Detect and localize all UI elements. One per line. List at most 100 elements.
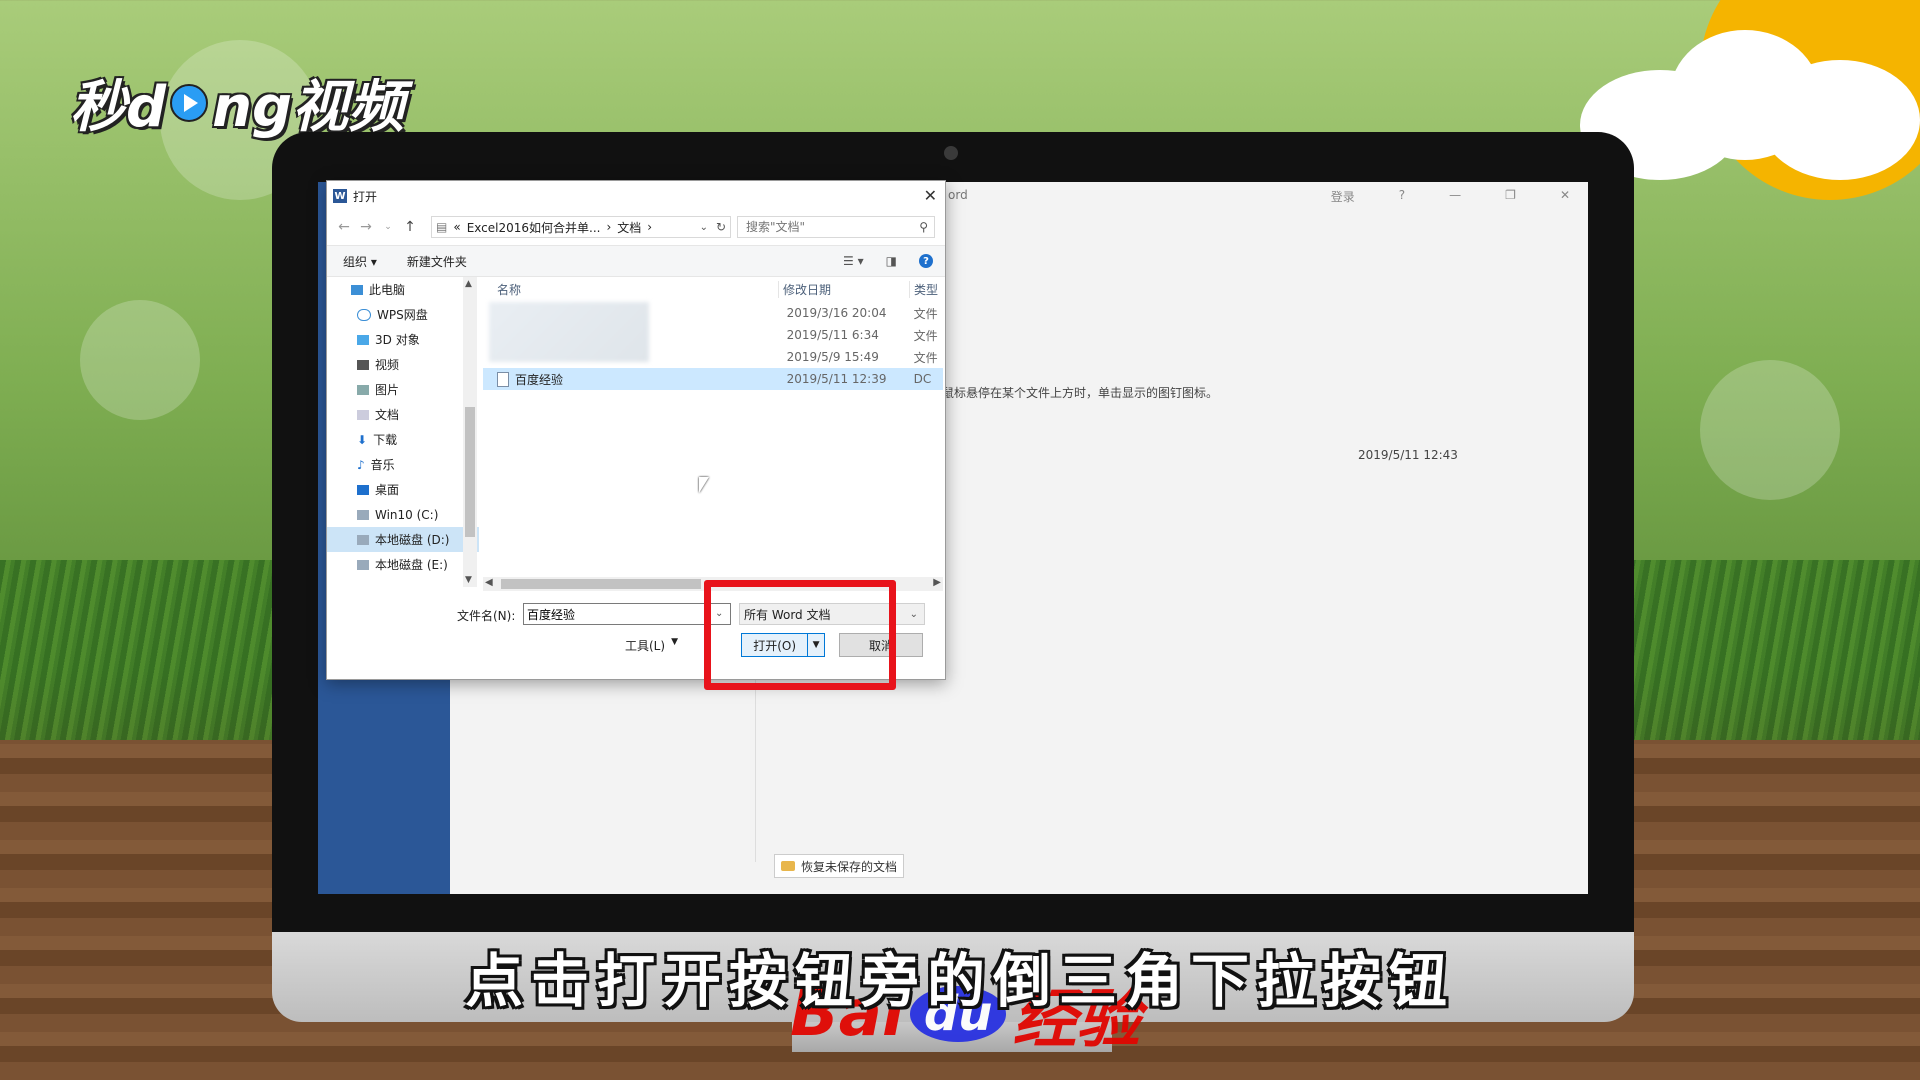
- logo-text-1: 秒d: [70, 75, 167, 140]
- scroll-right-icon[interactable]: ▶: [933, 577, 941, 588]
- login-link[interactable]: 登录: [1331, 188, 1355, 205]
- column-header-name[interactable]: 名称: [483, 281, 778, 298]
- video-icon: [357, 359, 369, 370]
- breadcrumb-excel2016[interactable]: Excel2016如何合并单...: [467, 219, 601, 236]
- blurred-rows: 2019/3/16 20:04 文件 2019/5/11 6:34 文件 201…: [483, 302, 943, 368]
- recent-file-date: 2019/5/11 12:43: [1358, 448, 1458, 462]
- view-options-icon[interactable]: ☰ ▾: [843, 254, 864, 268]
- address-row: ← → ⌄ ↑ ▤ « Excel2016如何合并单... › 文档 › ⌄ ↻…: [327, 214, 945, 240]
- scroll-left-icon[interactable]: ◀: [485, 577, 493, 588]
- breadcrumb-separator: ›: [606, 220, 612, 234]
- search-icon[interactable]: ⚲: [919, 220, 928, 234]
- recent-locations-chevron-icon[interactable]: ⌄: [377, 222, 399, 232]
- address-prefix: «: [453, 220, 461, 234]
- file-name: 百度经验: [515, 372, 564, 387]
- file-date: 2019/5/11 12:39: [786, 372, 887, 386]
- word-document-icon: [497, 371, 509, 387]
- filename-input[interactable]: [523, 603, 731, 625]
- column-header-date[interactable]: 修改日期: [777, 280, 909, 298]
- nav-item-label: 文档: [375, 408, 400, 422]
- breadcrumb-documents[interactable]: 文档: [617, 219, 641, 236]
- help-icon[interactable]: ?: [919, 254, 933, 268]
- scroll-up-icon[interactable]: ▲: [465, 279, 472, 289]
- search-box[interactable]: ⚲: [737, 216, 935, 238]
- dialog-title: 打开: [353, 189, 378, 204]
- back-arrow-icon[interactable]: ←: [333, 219, 355, 235]
- navigation-pane: 此电脑 WPS网盘 3D 对象 视频 图片 文档 ⬇ 下载 ♪ 音乐 桌面 Wi…: [327, 277, 479, 587]
- nav-item-label: 本地磁盘 (E:): [375, 558, 448, 572]
- logo-text-2: ng视频: [212, 75, 405, 140]
- file-date: 2019/5/11 6:34: [786, 328, 879, 342]
- file-date: 2019/5/9 15:49: [786, 350, 879, 364]
- file-name-cell: 百度经验: [483, 371, 781, 388]
- nav-item-label: Win10 (C:): [375, 507, 439, 522]
- nav-item-desktop[interactable]: 桌面: [327, 477, 479, 502]
- scroll-down-icon[interactable]: ▼: [465, 575, 472, 585]
- nav-item-drive-d[interactable]: 本地磁盘 (D:): [327, 527, 479, 552]
- scrollbar-thumb[interactable]: [465, 407, 475, 537]
- nav-item-music[interactable]: ♪ 音乐: [327, 452, 479, 477]
- preview-pane-icon[interactable]: ◨: [886, 254, 897, 268]
- nav-item-label: 桌面: [375, 483, 400, 497]
- blurred-file-names: [489, 302, 649, 362]
- recover-label: 恢复未保存的文档: [801, 859, 898, 874]
- refresh-icon[interactable]: ↻: [716, 220, 726, 234]
- file-type: DC: [913, 372, 932, 386]
- file-type: 文件: [913, 306, 938, 321]
- help-button[interactable]: ?: [1399, 188, 1405, 205]
- nav-item-label: 图片: [375, 383, 400, 397]
- nav-item-wps-cloud[interactable]: WPS网盘: [327, 302, 479, 327]
- chevron-down-icon: ⌄: [909, 608, 918, 620]
- forward-arrow-icon[interactable]: →: [355, 219, 377, 235]
- word-window-controls: 登录 ? — ❐ ✕: [1331, 188, 1570, 205]
- nav-item-label: 3D 对象: [375, 333, 420, 347]
- download-icon: ⬇: [357, 432, 368, 447]
- desktop-icon: [357, 484, 369, 495]
- file-type: 文件: [913, 350, 938, 365]
- address-bar[interactable]: ▤ « Excel2016如何合并单... › 文档 › ⌄ ↻: [431, 216, 731, 238]
- drive-icon: [357, 534, 369, 545]
- nav-item-pictures[interactable]: 图片: [327, 377, 479, 402]
- file-date: 2019/3/16 20:04: [786, 306, 887, 320]
- folder-icon: [781, 861, 795, 871]
- nav-item-this-pc[interactable]: 此电脑: [327, 277, 479, 302]
- column-header-type[interactable]: 类型: [908, 280, 943, 298]
- table-row-selected[interactable]: 百度经验 2019/5/11 12:39 DC: [483, 368, 943, 390]
- word-app-icon: W: [333, 189, 347, 203]
- scrollbar-thumb[interactable]: [501, 579, 701, 589]
- nav-item-drive-c[interactable]: Win10 (C:): [327, 502, 479, 527]
- address-dropdown-icon[interactable]: ⌄: [700, 222, 708, 233]
- nav-item-label: 音乐: [370, 458, 395, 472]
- document-icon: [357, 409, 369, 420]
- new-folder-button[interactable]: 新建文件夹: [407, 253, 467, 270]
- chevron-down-icon: ▼: [671, 637, 678, 647]
- word-window-title: ord: [948, 188, 968, 202]
- dialog-close-icon[interactable]: ✕: [924, 186, 937, 205]
- nav-item-label: 视频: [375, 358, 400, 372]
- tools-button[interactable]: 工具(L) ▼: [625, 637, 678, 654]
- recover-unsaved-button[interactable]: 恢复未保存的文档: [774, 854, 905, 878]
- up-arrow-icon[interactable]: ↑: [399, 219, 421, 235]
- organize-button[interactable]: 组织 ▾: [343, 253, 377, 270]
- mouse-cursor-icon: [699, 477, 709, 493]
- restore-button[interactable]: ❐: [1505, 188, 1516, 205]
- nav-scrollbar[interactable]: ▲ ▼: [463, 277, 477, 587]
- drive-icon: [357, 559, 369, 570]
- nav-item-label: 本地磁盘 (D:): [375, 533, 450, 547]
- cloud-icon: [357, 308, 371, 321]
- nav-item-3d-objects[interactable]: 3D 对象: [327, 327, 479, 352]
- search-input[interactable]: [744, 219, 908, 235]
- background-bokeh: [80, 300, 200, 420]
- close-button[interactable]: ✕: [1560, 188, 1570, 205]
- nav-item-videos[interactable]: 视频: [327, 352, 479, 377]
- column-headers: 名称 修改日期 类型: [483, 277, 943, 302]
- nav-item-documents[interactable]: 文档: [327, 402, 479, 427]
- background-bokeh: [1700, 360, 1840, 500]
- nav-item-drive-e[interactable]: 本地磁盘 (E:): [327, 552, 479, 577]
- dialog-toolbar: 组织 ▾ 新建文件夹 ☰ ▾ ◨ ?: [327, 245, 945, 277]
- play-icon: [170, 83, 209, 122]
- cube-icon: [357, 334, 369, 345]
- nav-item-downloads[interactable]: ⬇ 下载: [327, 427, 479, 452]
- minimize-button[interactable]: —: [1449, 188, 1461, 205]
- view-controls: ☰ ▾ ◨ ?: [843, 254, 933, 268]
